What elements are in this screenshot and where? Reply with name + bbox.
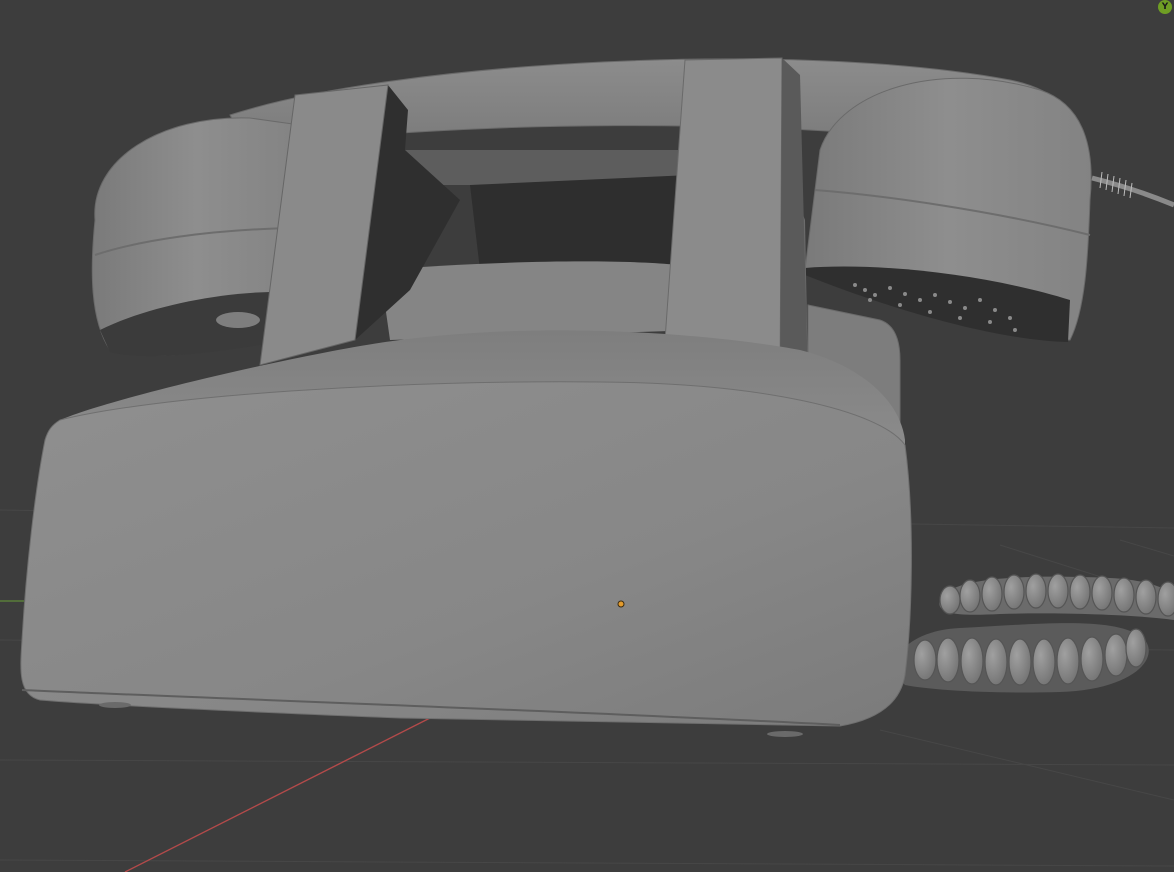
navigation-gizmo-icon[interactable]: Y [1158, 0, 1172, 14]
base-foot-right [767, 731, 803, 737]
3d-viewport[interactable]: Y [0, 0, 1174, 872]
coiled-cord [896, 573, 1174, 693]
viewport-scene[interactable] [0, 0, 1174, 872]
telephone-base[interactable] [20, 381, 912, 727]
origin-point[interactable] [617, 600, 625, 608]
handset-cord [1091, 171, 1174, 208]
base-foot-left [99, 702, 131, 708]
x-axis-line [124, 717, 431, 872]
